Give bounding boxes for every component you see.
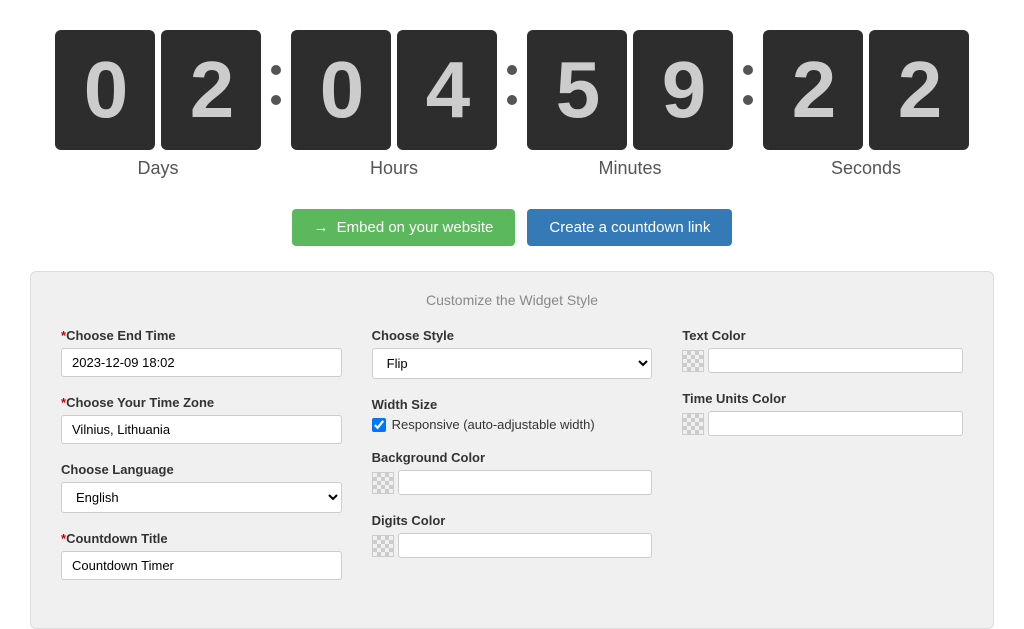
countdown-link-label: Create a countdown link <box>549 219 710 236</box>
text-color-checker <box>682 350 704 372</box>
style-group: Choose Style Flip Simple Circle <box>372 328 653 379</box>
countdown-display: 0 2 Days 0 4 Hours 5 9 Minutes 2 2 <box>0 0 1024 189</box>
seconds-label: Seconds <box>831 158 901 179</box>
timezone-label: *Choose Your Time Zone <box>61 395 342 410</box>
digits-color-label: Digits Color <box>372 513 653 528</box>
minutes-label: Minutes <box>598 158 661 179</box>
days-group: 0 2 Days <box>55 30 261 179</box>
dot-bottom <box>743 95 753 105</box>
responsive-wrap: Responsive (auto-adjustable width) <box>372 417 653 432</box>
seconds-tens: 2 <box>763 30 863 150</box>
arrow-icon: → <box>314 219 329 236</box>
dot-top <box>743 65 753 75</box>
bg-color-checker <box>372 472 394 494</box>
seconds-ones: 2 <box>869 30 969 150</box>
digits-color-input[interactable] <box>398 533 653 558</box>
column-3: Text Color Time Units Color <box>682 328 963 598</box>
separator-3 <box>733 65 763 145</box>
minutes-ones: 9 <box>633 30 733 150</box>
hours-cards: 0 4 <box>291 30 497 150</box>
text-color-input[interactable] <box>708 348 963 373</box>
days-cards: 0 2 <box>55 30 261 150</box>
minutes-group: 5 9 Minutes <box>527 30 733 179</box>
units-color-label: Time Units Color <box>682 391 963 406</box>
timezone-group: *Choose Your Time Zone <box>61 395 342 444</box>
language-select[interactable]: English Lithuanian German French <box>61 482 342 513</box>
digits-color-checker <box>372 535 394 557</box>
responsive-label: Responsive (auto-adjustable width) <box>392 417 595 432</box>
bg-color-input[interactable] <box>398 470 653 495</box>
language-label: Choose Language <box>61 462 342 477</box>
responsive-checkbox[interactable] <box>372 418 386 432</box>
minutes-tens: 5 <box>527 30 627 150</box>
style-select[interactable]: Flip Simple Circle <box>372 348 653 379</box>
embed-button[interactable]: → Embed on your website <box>292 209 516 246</box>
customize-title: Customize the Widget Style <box>61 292 963 308</box>
width-group: Width Size Responsive (auto-adjustable w… <box>372 397 653 432</box>
column-2: Choose Style Flip Simple Circle Width Si… <box>372 328 653 598</box>
timezone-input[interactable] <box>61 415 342 444</box>
hours-label: Hours <box>370 158 418 179</box>
units-color-checker <box>682 413 704 435</box>
digits-color-group: Digits Color <box>372 513 653 558</box>
embed-label: Embed on your website <box>337 219 494 236</box>
text-color-input-wrap <box>682 348 963 373</box>
seconds-cards: 2 2 <box>763 30 969 150</box>
dot-bottom <box>271 95 281 105</box>
separator-1 <box>261 65 291 145</box>
language-group: Choose Language English Lithuanian Germa… <box>61 462 342 513</box>
units-color-input-wrap <box>682 411 963 436</box>
countdown-title-label: *Countdown Title <box>61 531 342 546</box>
end-time-input[interactable] <box>61 348 342 377</box>
dot-bottom <box>507 95 517 105</box>
units-color-input[interactable] <box>708 411 963 436</box>
units-color-group: Time Units Color <box>682 391 963 436</box>
action-buttons: → Embed on your website Create a countdo… <box>0 189 1024 271</box>
text-color-group: Text Color <box>682 328 963 373</box>
hours-group: 0 4 Hours <box>291 30 497 179</box>
create-countdown-button[interactable]: Create a countdown link <box>527 209 732 246</box>
width-label: Width Size <box>372 397 653 412</box>
column-1: *Choose End Time *Choose Your Time Zone … <box>61 328 342 598</box>
digits-color-input-wrap <box>372 533 653 558</box>
hours-ones: 4 <box>397 30 497 150</box>
minutes-cards: 5 9 <box>527 30 733 150</box>
days-label: Days <box>137 158 178 179</box>
style-label: Choose Style <box>372 328 653 343</box>
text-color-label: Text Color <box>682 328 963 343</box>
seconds-group: 2 2 Seconds <box>763 30 969 179</box>
dot-top <box>271 65 281 75</box>
hours-tens: 0 <box>291 30 391 150</box>
countdown-title-group: *Countdown Title <box>61 531 342 580</box>
countdown-title-input[interactable] <box>61 551 342 580</box>
end-time-group: *Choose End Time <box>61 328 342 377</box>
bg-color-input-wrap <box>372 470 653 495</box>
bg-color-label: Background Color <box>372 450 653 465</box>
customize-section: Customize the Widget Style *Choose End T… <box>30 271 994 629</box>
separator-2 <box>497 65 527 145</box>
end-time-label: *Choose End Time <box>61 328 342 343</box>
customize-grid: *Choose End Time *Choose Your Time Zone … <box>61 328 963 598</box>
bg-color-group: Background Color <box>372 450 653 495</box>
dot-top <box>507 65 517 75</box>
days-tens: 0 <box>55 30 155 150</box>
days-ones: 2 <box>161 30 261 150</box>
